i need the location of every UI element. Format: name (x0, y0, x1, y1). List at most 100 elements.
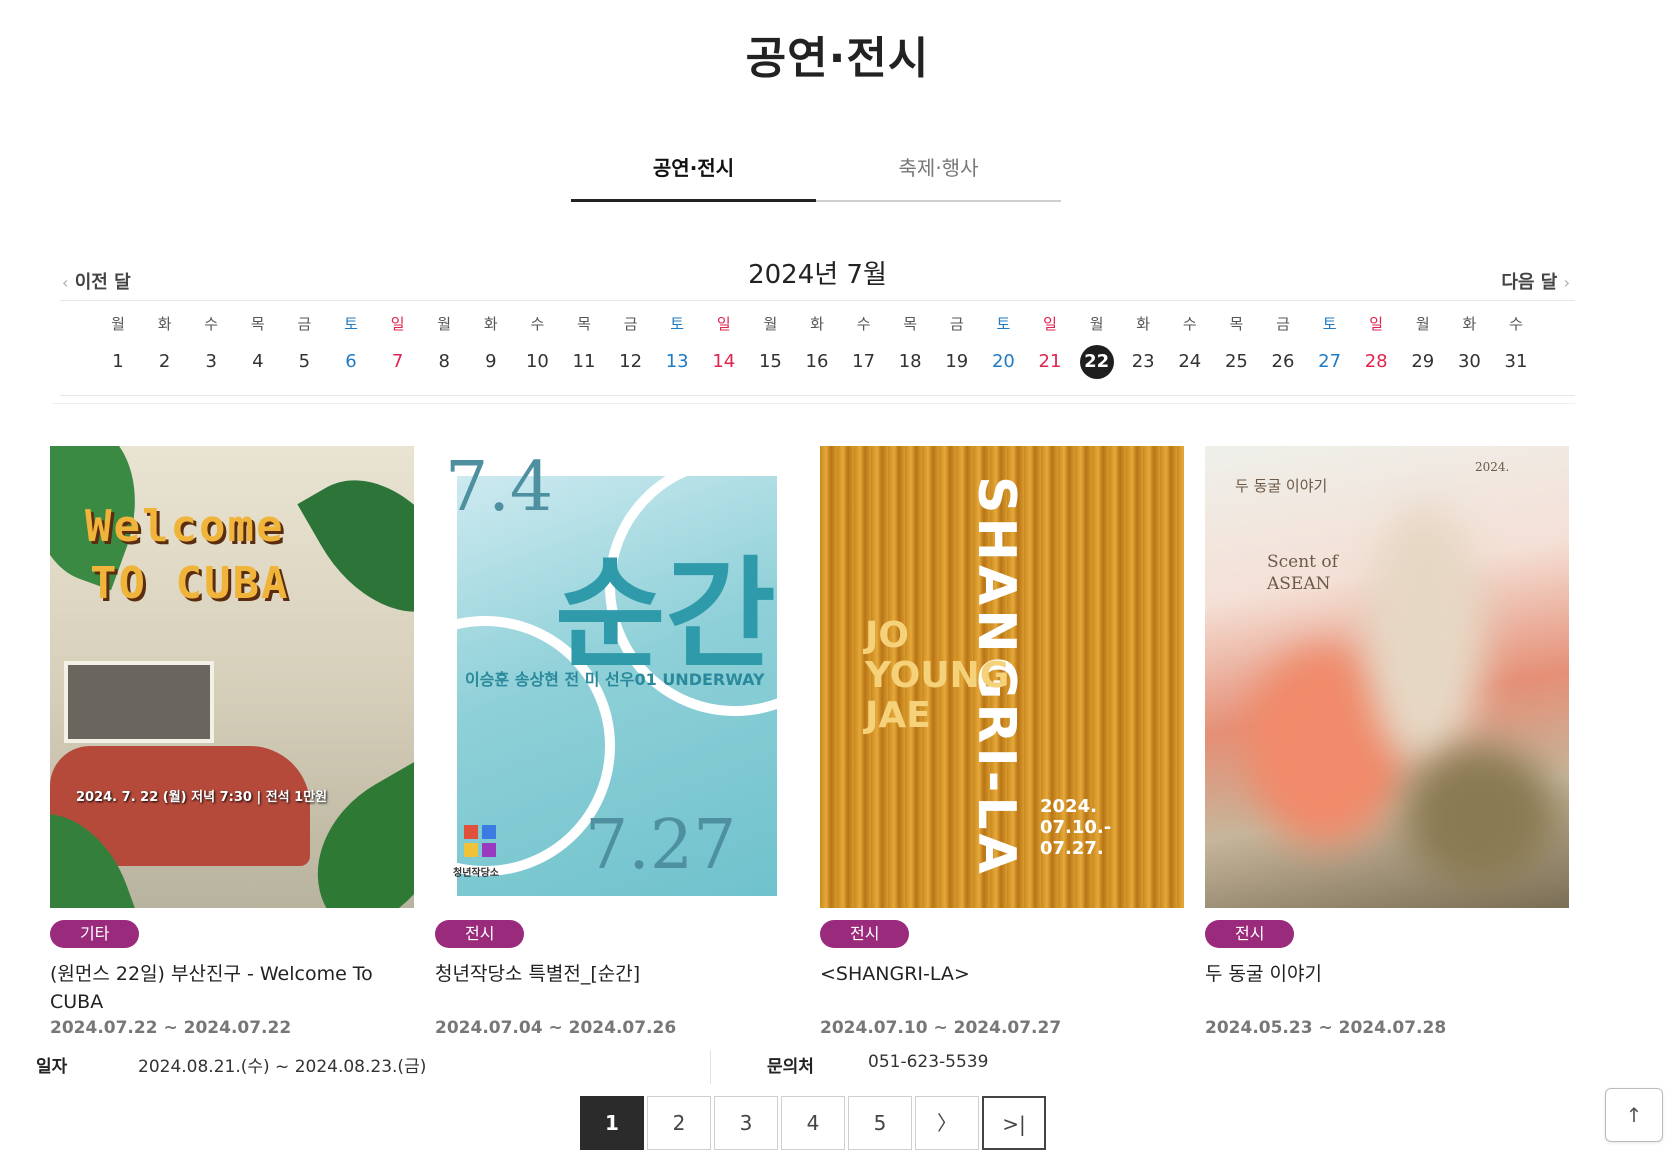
page-1-button[interactable]: 1 (580, 1096, 644, 1150)
next-month-label: 다음 달 (1501, 272, 1558, 293)
calendar-day-27[interactable]: 토 27 (1310, 311, 1350, 379)
calendar-day-30[interactable]: 화 30 (1449, 311, 1489, 379)
day-number: 7 (391, 351, 404, 372)
calendar-day-23[interactable]: 화 23 (1123, 311, 1163, 379)
calendar-day-26[interactable]: 금 26 (1263, 311, 1303, 379)
event-poster-2[interactable]: 7.4 순간 이승훈 송상현 전 미 선우01 UNDERWAY 7.27 청년… (435, 446, 799, 908)
event-title[interactable]: (원먼스 22일) 부산진구 - Welcome To CUBA (50, 960, 414, 1016)
page-3-button[interactable]: 3 (714, 1096, 778, 1150)
calendar-day-1[interactable]: 월1 (98, 311, 138, 379)
scroll-to-top-button[interactable]: ↑ (1605, 1088, 1663, 1142)
day-of-week-label: 금 (623, 315, 638, 333)
day-of-week-label: 금 (297, 315, 312, 333)
calendar-day-18[interactable]: 목 18 (890, 311, 930, 379)
date-value: 2024.08.21.(수) ~ 2024.08.23.(금) (138, 1057, 427, 1077)
day-of-week-label: 목 (250, 315, 265, 333)
day-of-week-label: 목 (577, 315, 591, 333)
page-2-button[interactable]: 2 (647, 1096, 711, 1150)
day-number: 14 (712, 351, 736, 372)
poster-start-date: 7.4 (445, 448, 554, 527)
poster-subheadline: TO CUBA (90, 558, 290, 609)
event-title[interactable]: <SHANGRI-LA> (820, 960, 1184, 988)
calendar-day-15[interactable]: 월 15 (750, 311, 790, 379)
day-number: 23 (1131, 351, 1155, 372)
calendar-day-14[interactable]: 일 14 (704, 311, 744, 379)
calendar-day-20[interactable]: 토 20 (983, 311, 1023, 379)
calendar-day-22[interactable]: 월 22 (1077, 311, 1117, 379)
poster-title-kr: 두 동굴 이야기 (1235, 477, 1328, 495)
event-poster-4[interactable]: 두 동굴 이야기 Scent of ASEAN 2024. (1205, 446, 1569, 908)
calendar-day-10[interactable]: 수 10 (517, 311, 557, 379)
calendar-day-28[interactable]: 일 28 (1356, 311, 1396, 379)
calendar-day-11[interactable]: 목 11 (564, 311, 604, 379)
calendar-day-19[interactable]: 금 19 (937, 311, 977, 379)
event-card-4[interactable]: 두 동굴 이야기 Scent of ASEAN 2024. 전시 두 동굴 이야… (1205, 446, 1569, 1038)
calendar-day-16[interactable]: 화 16 (797, 311, 837, 379)
category-badge: 기타 (50, 920, 140, 948)
calendar-day-31[interactable]: 수 31 (1496, 311, 1536, 379)
day-number: 24 (1178, 351, 1202, 372)
event-card-1[interactable]: Welcome TO CUBA 2024. 7. 22 (월) 저녁 7:30 … (50, 446, 414, 1038)
contact-label: 문의처 (767, 1057, 814, 1077)
calendar-day-5[interactable]: 금5 (284, 311, 324, 379)
event-title[interactable]: 두 동굴 이야기 (1205, 960, 1569, 988)
color-blob (1405, 746, 1555, 886)
calendar-day-3[interactable]: 수3 (191, 311, 231, 379)
event-date: 2024.07.10 ~ 2024.07.27 (820, 1018, 1062, 1038)
chevron-right-icon: › (1563, 273, 1570, 292)
poster-year: 2024. (1475, 460, 1510, 474)
calendar-day-17[interactable]: 수 17 (844, 311, 884, 379)
day-of-week-label: 화 (1462, 315, 1477, 333)
band-photo (64, 661, 214, 743)
day-of-week-label: 금 (1276, 315, 1290, 333)
day-of-week-label: 월 (763, 315, 778, 333)
calendar-day-8[interactable]: 월8 (424, 311, 464, 379)
page-4-button[interactable]: 4 (781, 1096, 845, 1150)
calendar-day-21[interactable]: 일 21 (1030, 311, 1070, 379)
event-poster-1[interactable]: Welcome TO CUBA 2024. 7. 22 (월) 저녁 7:30 … (50, 446, 414, 908)
event-card-2[interactable]: 7.4 순간 이승훈 송상현 전 미 선우01 UNDERWAY 7.27 청년… (435, 446, 799, 1038)
tab-festival-event[interactable]: 축제·행사 (816, 148, 1061, 200)
day-number: 21 (1038, 351, 1062, 372)
day-number: 5 (298, 351, 311, 372)
tab-performance-exhibition[interactable]: 공연·전시 (571, 148, 816, 202)
calendar-day-13[interactable]: 토 13 (657, 311, 697, 379)
day-of-week-label: 일 (390, 315, 405, 333)
calendar-day-24[interactable]: 수 24 (1170, 311, 1210, 379)
day-number: 25 (1224, 351, 1248, 372)
day-number: 20 (991, 351, 1015, 372)
event-title[interactable]: 청년작당소 특별전_[순간] (435, 960, 799, 988)
category-badge: 전시 (435, 920, 525, 948)
page-5-button[interactable]: 5 (848, 1096, 912, 1150)
poster-title: 순간 (555, 546, 776, 685)
day-of-week-label: 월 (1089, 315, 1104, 333)
category-badge: 전시 (820, 920, 910, 948)
event-poster-3[interactable]: SHANGRI-LA JO YOUNG JAE 2024. 07.10.- 07… (820, 446, 1184, 908)
calendar-day-9[interactable]: 화9 (471, 311, 511, 379)
pagination: 1 2 3 4 5 〉 >| (580, 1096, 1046, 1150)
calendar-day-29[interactable]: 월 29 (1403, 311, 1443, 379)
calendar-day-4[interactable]: 목4 (238, 311, 278, 379)
next-month-button[interactable]: 다음 달 › (1501, 268, 1570, 294)
day-number: 30 (1457, 351, 1481, 372)
last-page-button[interactable]: >| (982, 1096, 1046, 1150)
calendar-day-7[interactable]: 일7 (378, 311, 418, 379)
day-of-week-label: 수 (1509, 315, 1523, 333)
poster-dates: 2024. 07.10.- 07.27. (1040, 796, 1112, 859)
day-of-week-label: 화 (157, 315, 172, 333)
calendar-day-25[interactable]: 목 25 (1216, 311, 1256, 379)
event-date: 2024.07.04 ~ 2024.07.26 (435, 1018, 677, 1038)
calendar-day-12[interactable]: 금 12 (611, 311, 651, 379)
day-of-week-label: 화 (1136, 315, 1151, 333)
calendar-day-6[interactable]: 토6 (331, 311, 371, 379)
contact-value: 051-623-5539 (868, 1052, 989, 1072)
poster-headline: Welcome (85, 501, 285, 552)
month-title: 2024년 7월 (748, 260, 887, 290)
day-number: 1 (112, 351, 124, 372)
event-date: 2024.05.23 ~ 2024.07.28 (1205, 1018, 1447, 1038)
day-number: 10 (525, 351, 549, 372)
day-of-week-label: 목 (1229, 315, 1244, 333)
event-card-3[interactable]: SHANGRI-LA JO YOUNG JAE 2024. 07.10.- 07… (820, 446, 1184, 1038)
calendar-day-2[interactable]: 화2 (145, 311, 185, 379)
next-page-button[interactable]: 〉 (915, 1096, 979, 1150)
